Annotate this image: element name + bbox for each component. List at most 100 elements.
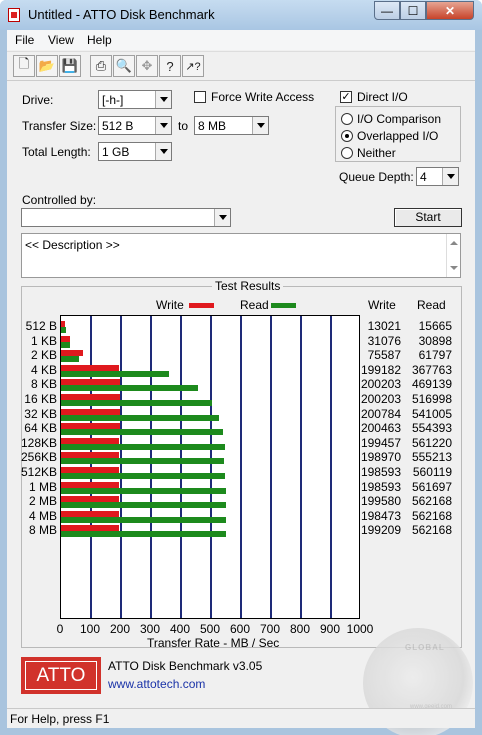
queue-depth-select[interactable]: 4 — [416, 167, 459, 186]
scroll-down-icon[interactable] — [450, 266, 458, 270]
x-tick-label: 1000 — [346, 622, 374, 636]
io-comparison-radio[interactable] — [341, 113, 353, 125]
read-bar — [61, 487, 226, 494]
x-tick-label: 300 — [139, 622, 161, 636]
menu-help[interactable]: Help — [87, 33, 112, 47]
transfer-to-select[interactable]: 8 MB — [194, 116, 269, 135]
results-title: Test Results — [212, 279, 284, 293]
scroll-up-icon[interactable] — [450, 241, 458, 245]
read-value: 555213 — [411, 450, 452, 465]
read-value: 561697 — [411, 479, 452, 494]
description-scrollbar[interactable] — [446, 234, 460, 277]
chevron-down-icon[interactable] — [252, 117, 268, 134]
block-size-label: 4 MB — [28, 508, 57, 523]
x-tick-label: 0 — [56, 622, 64, 636]
app-icon[interactable] — [8, 8, 20, 22]
overlapped-io-radio[interactable] — [341, 130, 353, 142]
total-length-label: Total Length: — [22, 145, 91, 159]
menu-file[interactable]: File — [15, 33, 34, 47]
total-length-select[interactable]: 1 GB — [98, 142, 172, 161]
queue-depth-label: Queue Depth: — [339, 170, 414, 184]
new-file-icon[interactable]: 🗋 — [13, 55, 35, 77]
force-write-label: Force Write Access — [211, 90, 315, 104]
block-size-label: 512 B — [25, 319, 57, 333]
read-bar — [61, 458, 224, 465]
force-write-checkbox[interactable] — [194, 91, 206, 103]
chevron-down-icon[interactable] — [155, 143, 171, 160]
read-bar — [61, 385, 199, 392]
gridline — [330, 316, 332, 618]
drive-select[interactable]: [-h-] — [98, 90, 172, 109]
legend-read-label: Read — [240, 298, 269, 312]
print-icon[interactable]: ⎙ — [90, 55, 112, 77]
chevron-down-icon[interactable] — [442, 168, 458, 185]
save-icon[interactable]: 💾 — [59, 55, 81, 77]
context-help-icon[interactable]: ↗? — [182, 55, 204, 77]
controlled-by-select[interactable] — [21, 208, 231, 227]
transfer-rate-chart — [60, 315, 360, 619]
read-bar — [61, 341, 71, 348]
read-bar — [61, 473, 226, 479]
gridline — [300, 316, 302, 618]
read-value: 561220 — [411, 435, 452, 450]
chevron-down-icon[interactable] — [214, 209, 230, 226]
neither-radio[interactable] — [341, 147, 353, 159]
write-value: 199182 — [360, 362, 401, 377]
menu-view[interactable]: View — [48, 33, 74, 47]
chevron-down-icon[interactable] — [155, 117, 171, 134]
gridline — [150, 316, 152, 618]
read-value: 367763 — [411, 362, 452, 377]
close-button[interactable]: ✕ — [426, 1, 474, 20]
atto-logo: ATTO — [21, 657, 101, 694]
legend-write-label: Write — [156, 298, 184, 312]
block-size-label: 2 MB — [28, 494, 57, 509]
transfer-from-select[interactable]: 512 B — [98, 116, 172, 135]
block-size-label: 256KB — [20, 450, 57, 465]
read-bar — [61, 429, 224, 436]
direct-io-label: Direct I/O — [357, 90, 408, 104]
read-bar — [61, 370, 169, 377]
x-tick-label: 700 — [259, 622, 281, 636]
block-size-label: 2 KB — [30, 348, 57, 363]
open-folder-icon[interactable]: 📂 — [36, 55, 58, 77]
print-preview-icon[interactable]: 🔍 — [113, 55, 135, 77]
read-value: 541005 — [411, 406, 452, 421]
minimize-button[interactable]: — — [374, 1, 400, 20]
window-title: Untitled - ATTO Disk Benchmark — [28, 7, 215, 22]
gridline — [180, 316, 182, 618]
status-text: For Help, press F1 — [10, 712, 110, 726]
x-tick-label: 400 — [169, 622, 191, 636]
start-button[interactable]: Start — [394, 208, 462, 227]
write-value: 198473 — [360, 508, 401, 523]
gridline — [240, 316, 242, 618]
title-bar[interactable]: Untitled - ATTO Disk Benchmark — ☐ ✕ — [0, 0, 482, 30]
read-value: 516998 — [411, 392, 452, 406]
x-tick-label: 500 — [199, 622, 221, 636]
description-box[interactable]: << Description >> — [21, 233, 461, 278]
read-bar — [61, 516, 226, 523]
description-text: << Description >> — [25, 238, 120, 252]
app-version-label: ATTO Disk Benchmark v3.05 — [108, 659, 263, 673]
read-value: 562168 — [411, 523, 452, 538]
block-size-label: 512KB — [20, 465, 57, 479]
transfer-to-value: 8 MB — [198, 119, 227, 133]
direct-io-checkbox[interactable]: ✓ — [340, 91, 352, 103]
io-comparison-label: I/O Comparison — [357, 112, 442, 126]
x-tick-label: 600 — [229, 622, 251, 636]
maximize-button[interactable]: ☐ — [400, 1, 426, 20]
to-label: to — [178, 119, 189, 133]
block-size-label: 32 KB — [24, 406, 57, 421]
neither-label: Neither — [357, 146, 396, 160]
client-area: File View Help 🗋 📂 💾 ⎙ 🔍 ✥ ? ↗? Drive: [… — [7, 30, 475, 735]
legend-read-swatch — [271, 303, 296, 308]
read-bar — [61, 400, 213, 406]
read-value: 61797 — [418, 348, 452, 363]
read-column-header: Read — [417, 298, 446, 312]
chevron-down-icon[interactable] — [155, 91, 171, 108]
block-size-label: 1 MB — [28, 479, 57, 494]
website-link[interactable]: www.attotech.com — [108, 677, 205, 691]
drive-label: Drive: — [22, 93, 54, 107]
menu-bar: File View Help — [7, 30, 475, 50]
move-icon[interactable]: ✥ — [136, 55, 158, 77]
help-icon[interactable]: ? — [159, 55, 181, 77]
